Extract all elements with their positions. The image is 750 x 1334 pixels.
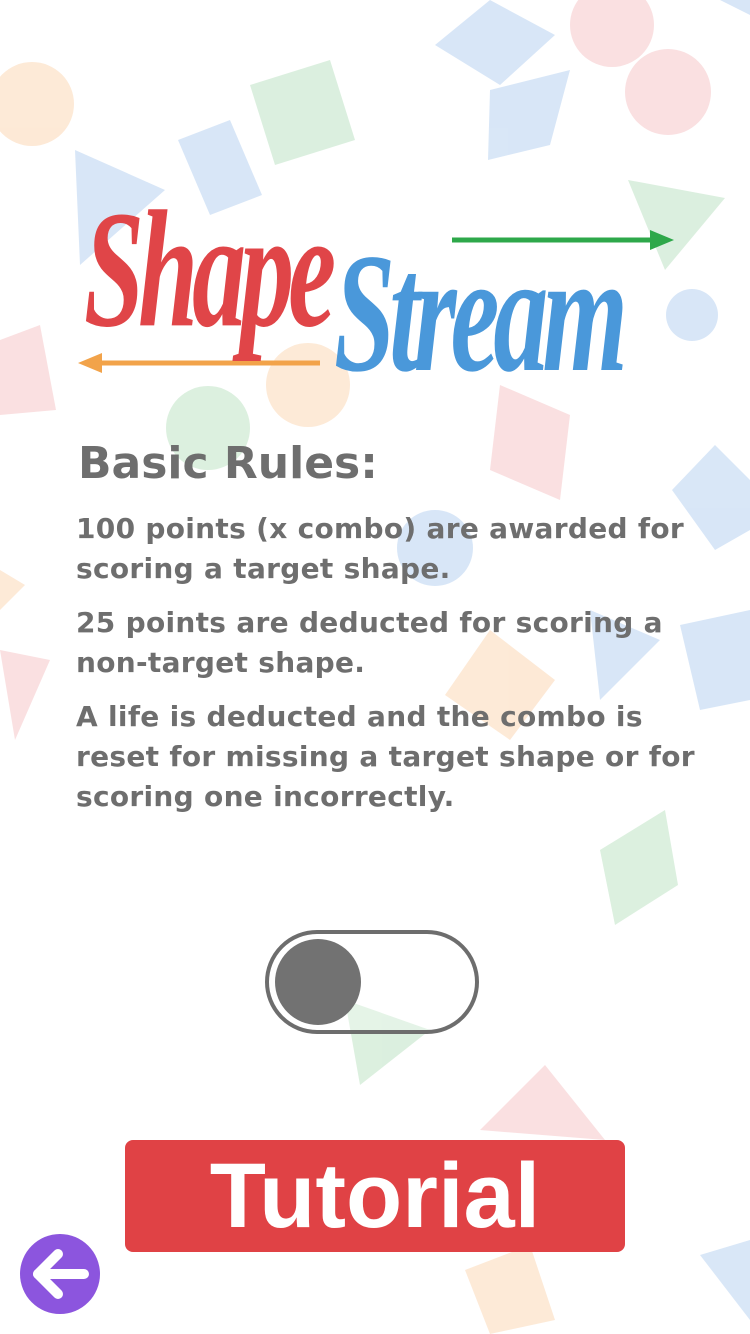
app-logo: Shape Stream xyxy=(70,178,690,407)
back-arrow-icon xyxy=(33,1249,89,1299)
logo-stream-text: Stream xyxy=(334,218,628,408)
rule-item: A life is deducted and the combo is rese… xyxy=(76,700,695,813)
toggle-knob xyxy=(275,939,361,1025)
rule-item: 25 points are deducted for scoring a non… xyxy=(76,606,663,679)
tutorial-toggle[interactable] xyxy=(265,930,479,1034)
tutorial-button[interactable]: Tutorial xyxy=(125,1140,625,1252)
rules-title: Basic Rules: xyxy=(78,438,378,489)
back-button[interactable] xyxy=(20,1234,100,1314)
logo-shape-text: Shape xyxy=(84,178,336,363)
rule-item: 100 points (x combo) are awarded for sco… xyxy=(76,512,685,585)
